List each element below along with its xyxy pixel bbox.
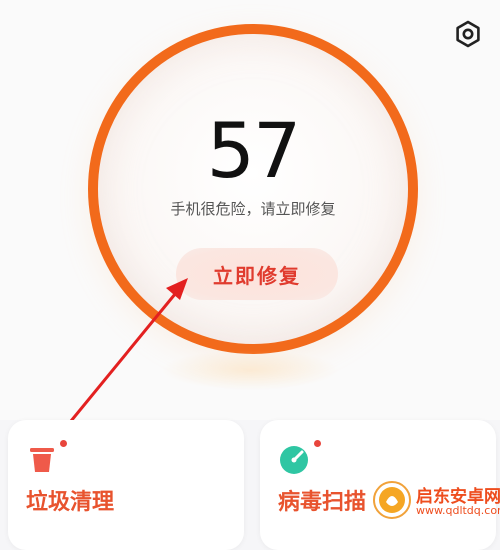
watermark-logo-icon [373,481,411,519]
trash-can-icon [30,448,54,472]
virus-notification-dot [314,440,321,447]
junk-clean-card[interactable]: 垃圾清理 [8,420,244,550]
site-watermark: 启东安卓网 www.qdltdq.com [372,478,500,522]
hexagon-gear-icon [456,20,480,48]
ring-glow [160,350,340,390]
fix-now-button[interactable]: 立即修复 [176,248,338,300]
junk-notification-dot [60,440,67,447]
score-ring: 57 手机很危险，请立即修复 立即修复 [88,24,418,354]
status-text: 手机很危险，请立即修复 [170,200,336,218]
watermark-url: www.qdltdq.com [416,504,500,517]
virus-scan-title: 病毒扫描 [278,490,367,515]
safety-score: 57 [206,106,302,195]
virus-scan-icon [280,446,308,474]
settings-button[interactable] [448,14,488,54]
junk-clean-title: 垃圾清理 [26,490,115,515]
